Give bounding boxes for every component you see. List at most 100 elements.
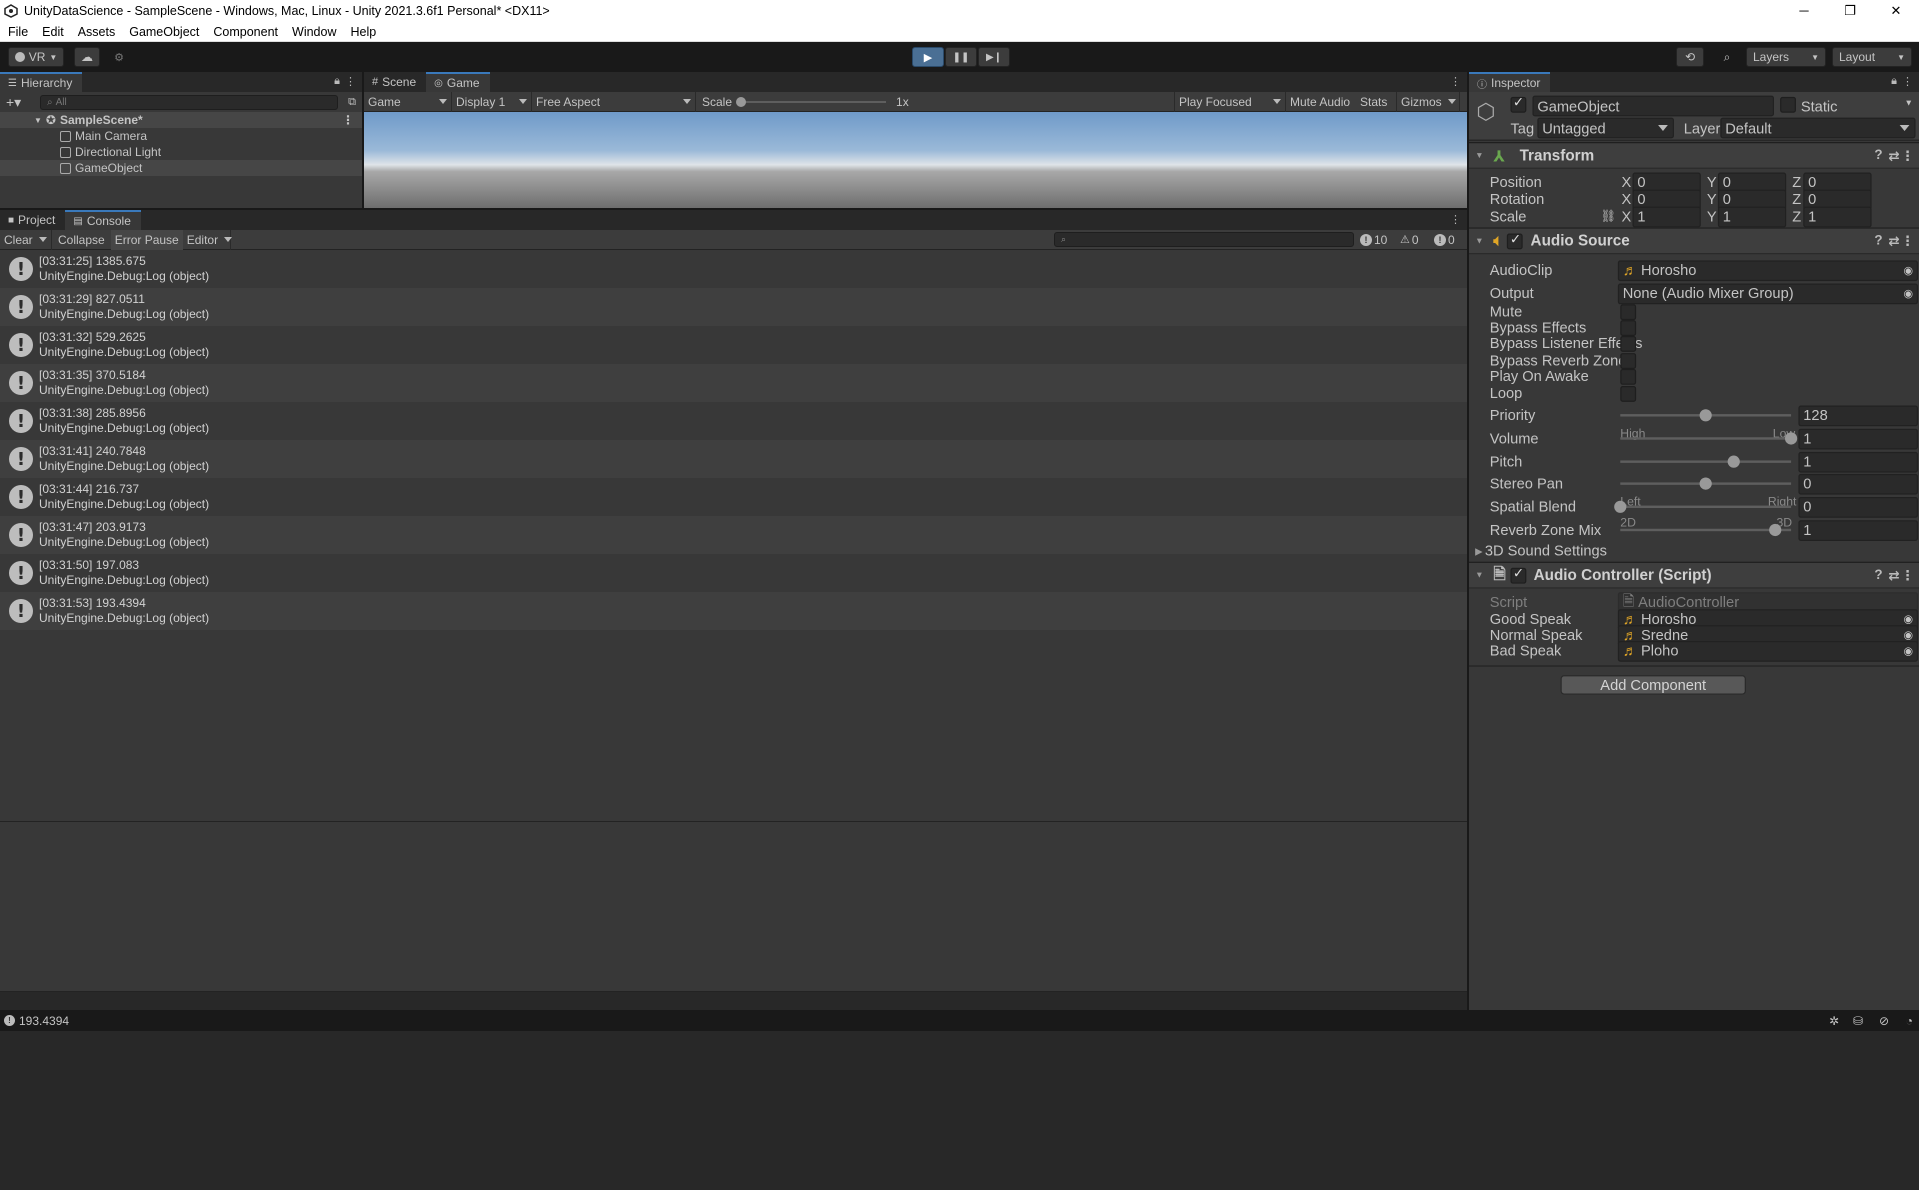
game-mode-dropdown[interactable]: Game [364,91,452,112]
audio-source-header[interactable]: ▼ 🔈︎ ✓ Audio Source ? ⇄ ⋮ [1469,227,1919,255]
console-entry[interactable]: ! [03:31:32] 529.2625 UnityEngine.Debug:Lo… [0,326,1467,364]
menu-file[interactable]: File [8,25,28,39]
layer-dropdown[interactable]: Default [1720,117,1916,139]
stereo-pan-slider[interactable] [1620,477,1792,490]
editor-dropdown[interactable]: Editor [183,229,231,250]
add-icon[interactable]: +▾ [6,94,21,111]
hierarchy-search-input[interactable]: ⌕ All [40,94,338,110]
hierarchy-item-directional-light[interactable]: Directional Light [60,144,161,160]
hierarchy-item-main-camera[interactable]: Main Camera [60,128,147,144]
aspect-dropdown[interactable]: Free Aspect [532,91,696,112]
cloud-button[interactable]: ☁ [74,47,100,67]
reverb-zone-mix-slider[interactable] [1620,523,1792,537]
menu-help[interactable]: Help [350,25,376,39]
kebab-menu-icon[interactable]: ⋮ [1901,233,1914,249]
kebab-menu-icon[interactable]: ⋮ [1450,75,1461,88]
account-dropdown[interactable]: VR ▼ [8,47,64,67]
close-button[interactable]: ✕ [1873,0,1919,22]
cache-icon[interactable]: ⛁ [1853,1014,1863,1028]
object-picker-icon[interactable]: ◉ [1903,644,1913,657]
console-entry[interactable]: ! [03:31:50] 197.083 UnityEngine.Debug:Log… [0,554,1467,592]
volume-field[interactable]: 1 [1798,428,1918,449]
pitch-field[interactable]: 1 [1798,451,1918,473]
loop-checkbox[interactable] [1620,385,1637,402]
stereo-pan-slider-knob[interactable] [1699,477,1712,490]
spatial-blend-field[interactable]: 0 [1798,496,1918,518]
clear-dropdown[interactable]: Clear [0,229,52,250]
stats-button[interactable]: Stats [1360,95,1387,109]
display-dropdown[interactable]: Display 1 [452,91,532,112]
menu-edit[interactable]: Edit [42,25,64,39]
console-entry[interactable]: ! [03:31:35] 370.5184 UnityEngine.Debug:Lo… [0,364,1467,402]
priority-slider[interactable] [1620,409,1792,422]
kebab-menu-icon[interactable]: ⋮ [345,75,356,88]
menu-window[interactable]: Window [292,25,336,39]
tab-console[interactable]: ▤ Console [65,210,141,230]
console-entry[interactable]: ! [03:31:47] 203.9173 UnityEngine.Debug:Lo… [0,516,1467,554]
scale-x-field[interactable]: 1 [1632,206,1701,227]
audio-controller-enabled-checkbox[interactable]: ✓ [1510,566,1527,584]
scene-visibility-icon[interactable]: ⧉ [348,96,356,109]
volume-slider-knob[interactable] [1784,432,1798,445]
static-checkbox[interactable] [1780,96,1796,113]
console-entry[interactable]: ! [03:31:44] 216.737 UnityEngine.Debug:Log… [0,478,1467,516]
mute-audio-button[interactable]: Mute Audio [1290,95,1350,109]
scale-z-field[interactable]: 1 [1803,206,1872,227]
pitch-slider-knob[interactable] [1728,455,1741,468]
network-icon[interactable]: ⊘ [1879,1014,1889,1028]
tab-hierarchy[interactable]: ☰ Hierarchy [0,72,83,92]
console-entry[interactable]: ! [03:31:53] 193.4394 UnityEngine.Debug:Lo… [0,592,1467,630]
audio-controller-header[interactable]: ▼ 🗎 ✓ Audio Controller (Script) ? ⇄ ⋮ [1469,561,1919,589]
spatial-blend-slider-knob[interactable] [1614,500,1627,513]
error-pause-button[interactable]: Error Pause [110,229,183,250]
console-detail-divider[interactable] [0,821,1467,822]
kebab-menu-icon[interactable]: ⋮ [1901,567,1914,583]
console-entry[interactable]: ! [03:31:38] 285.8956 UnityEngine.Debug:Lo… [0,402,1467,440]
play-focused-dropdown[interactable]: Play Focused [1174,91,1286,112]
collab-button[interactable]: ⚙ [108,47,130,67]
audio-source-enabled-checkbox[interactable]: ✓ [1507,232,1524,249]
pause-button[interactable]: ❚❚ [945,47,977,67]
link-icon[interactable]: ⛓ [1601,210,1616,223]
status-message[interactable]: 193.4394 [19,1014,69,1028]
tab-scene[interactable]: # Scene [364,72,427,92]
spatial-blend-slider[interactable] [1614,500,1792,513]
scene-row[interactable]: ▼ ✪ SampleScene* ⋮ [0,112,362,128]
reverb-zone-mix-field[interactable]: 1 [1798,519,1918,541]
console-search-input[interactable]: ⌕ [1054,232,1354,247]
game-viewport[interactable] [364,112,1467,208]
collapse-button[interactable]: Collapse [52,233,111,247]
scale-slider-knob[interactable] [736,96,747,107]
kebab-menu-icon[interactable]: ⋮ [1450,213,1461,226]
object-picker-icon[interactable]: ◉ [1903,263,1913,276]
console-entry[interactable]: ! [03:31:41] 240.7848 UnityEngine.Debug:Lo… [0,440,1467,478]
priority-field[interactable]: 128 [1798,404,1918,426]
layout-dropdown[interactable]: Layout ▼ [1832,47,1912,67]
history-button[interactable]: ⟲ [1676,47,1704,67]
debug-icon[interactable]: ✲ [1829,1014,1839,1028]
kebab-menu-icon[interactable]: ⋮ [1901,148,1914,164]
log-count-toggle[interactable]: ! 10 [1360,233,1387,247]
audioclip-field[interactable]: ♬ Horosho ◉ [1617,259,1918,281]
object-picker-icon[interactable]: ◉ [1903,287,1913,300]
menu-assets[interactable]: Assets [78,25,116,39]
scale-slider[interactable] [736,96,887,107]
kebab-menu-icon[interactable]: ⋮ [1902,75,1913,88]
volume-slider[interactable] [1620,432,1798,445]
preset-icon[interactable]: ⇄ [1888,233,1899,249]
console-entry[interactable]: ! [03:31:25] 1385.675 UnityEngine.Debug:Lo… [0,250,1467,288]
add-component-button[interactable]: Add Component [1560,675,1746,695]
menu-gameobject[interactable]: GameObject [129,25,199,39]
transform-header[interactable]: ▼ ⅄ Transform ? ⇄ ⋮ [1469,142,1919,169]
kebab-menu-icon[interactable]: ⋮ [342,113,354,127]
tag-dropdown[interactable]: Untagged [1537,117,1674,139]
pitch-slider[interactable] [1620,455,1792,468]
warning-count-toggle[interactable]: ⚠ 0 [1400,233,1419,247]
help-icon[interactable]: ? [1874,234,1882,249]
active-checkbox[interactable]: ✓ [1510,96,1527,113]
object-name-field[interactable]: GameObject [1532,95,1774,117]
preset-icon[interactable]: ⇄ [1888,148,1899,164]
lock-icon[interactable]: 🔒︎ [1891,75,1897,88]
priority-slider-knob[interactable] [1699,409,1712,422]
tab-inspector[interactable]: ⓘ Inspector [1469,72,1551,92]
